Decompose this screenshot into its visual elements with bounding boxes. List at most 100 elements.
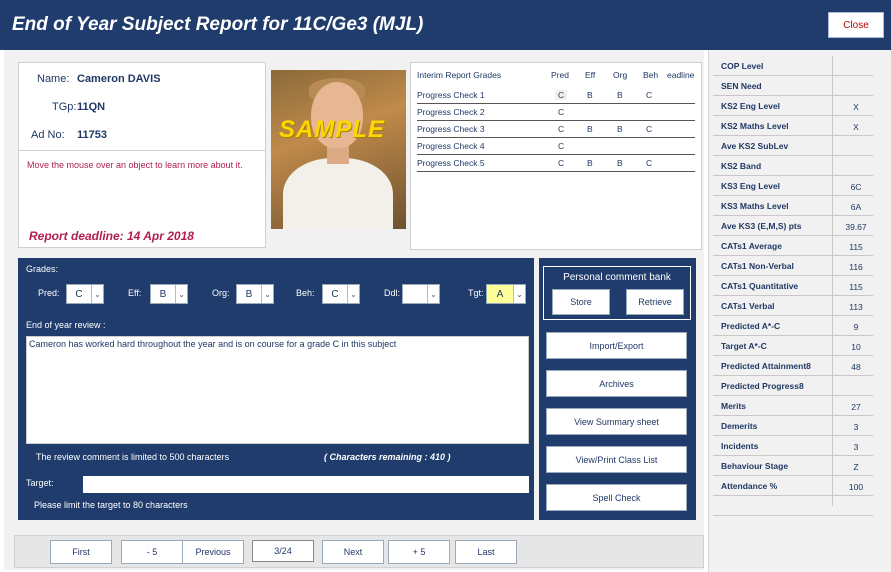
row-pred: C [555, 90, 568, 100]
sidebar-row-label: CATs1 Average [721, 241, 782, 251]
sidebar-row-value: X [853, 102, 859, 112]
sidebar-row: Attendance % 100 [713, 476, 873, 496]
row-pred: C [558, 124, 565, 134]
table-row: Progress Check 3 C B B C [417, 121, 695, 138]
spell-check-button[interactable]: Spell Check [546, 484, 687, 511]
student-photo: SAMPLE [271, 70, 406, 229]
student-adno: 11753 [77, 129, 107, 141]
sidebar-row-label: Ave KS2 SubLev [721, 141, 789, 151]
sidebar-row: Demerits 3 [713, 416, 873, 436]
row-name: Progress Check 3 [417, 124, 485, 134]
beh-select[interactable]: C ⌄ [322, 284, 360, 304]
record-position-input[interactable]: 3/24 [252, 540, 314, 562]
ddl-select[interactable]: ⌄ [402, 284, 440, 304]
target-input[interactable] [83, 476, 529, 493]
sidebar-row-label: KS2 Eng Level [721, 101, 781, 111]
sidebar-row-value: 39.67 [845, 222, 867, 232]
chevron-down-icon: ⌄ [175, 285, 187, 303]
hint-panel: Move the mouse over an object to learn m… [18, 150, 266, 248]
row-name: Progress Check 4 [417, 141, 485, 151]
report-deadline: Report deadline: 14 Apr 2018 [29, 229, 194, 243]
sidebar-row-value: Z [853, 462, 859, 472]
sidebar-row: Merits 27 [713, 396, 873, 416]
sidebar-row: COP Level [713, 56, 873, 76]
org-label: Org: [212, 288, 230, 298]
row-beh: C [646, 124, 653, 134]
sidebar-row-value: 115 [849, 282, 863, 292]
view-print-class-list-button[interactable]: View/Print Class List [546, 446, 687, 473]
sidebar-row-label: Predicted A*-C [721, 321, 781, 331]
chevron-down-icon: ⌄ [261, 285, 273, 303]
sidebar-row-label: KS3 Maths Level [721, 201, 789, 211]
sidebar-row-label: KS2 Maths Level [721, 121, 789, 131]
sidebar-row-value: 10 [851, 342, 861, 352]
sidebar-row [713, 496, 873, 516]
store-button[interactable]: Store [552, 289, 610, 315]
grades-heading: Grades: [26, 264, 59, 274]
org-select[interactable]: B ⌄ [236, 284, 274, 304]
target-label: Target: [26, 478, 54, 488]
sidebar-row: Predicted A*-C 9 [713, 316, 873, 336]
sidebar-row-value: 3 [853, 442, 859, 452]
sidebar-row-value: 115 [849, 242, 863, 252]
sidebar-row: KS2 Band [713, 156, 873, 176]
table-row: Progress Check 1 C B B C [417, 87, 695, 104]
row-eff: B [587, 158, 593, 168]
row-beh: C [646, 158, 653, 168]
grades-panel: Grades: Pred: C ⌄ Eff: B ⌄ Org: B ⌄ Beh: C ⌄… [18, 258, 534, 520]
row-beh: C [646, 90, 653, 100]
forward-5-button[interactable]: + 5 [388, 540, 450, 564]
sidebar-row: KS2 Eng Level X [713, 96, 873, 116]
last-button[interactable]: Last [455, 540, 517, 564]
pred-label: Pred: [38, 288, 60, 298]
first-button[interactable]: First [50, 540, 112, 564]
sidebar-row: Ave KS2 SubLev [713, 136, 873, 156]
sidebar-row: SEN Need [713, 76, 873, 96]
sidebar-row-label: Incidents [721, 441, 759, 451]
row-pred: C [558, 158, 565, 168]
view-summary-sheet-button[interactable]: View Summary sheet [546, 408, 687, 435]
import-export-button[interactable]: Import/Export [546, 332, 687, 359]
review-limit-note: The review comment is limited to 500 cha… [36, 452, 230, 462]
row-pred: C [558, 107, 565, 117]
archives-button[interactable]: Archives [546, 370, 687, 397]
sidebar-row-label: Ave KS3 (E,M,S) pts [721, 221, 802, 231]
student-tgp: 11QN [77, 101, 106, 113]
chevron-down-icon: ⌄ [427, 285, 439, 303]
sidebar-row-value: 100 [848, 482, 864, 492]
interim-header-eff: Eff [585, 70, 596, 80]
tgt-select[interactable]: A ⌄ [486, 284, 526, 304]
previous-button[interactable]: Previous [182, 540, 244, 564]
chevron-down-icon: ⌄ [347, 285, 359, 303]
sample-watermark: SAMPLE [279, 116, 386, 143]
row-eff: B [587, 90, 593, 100]
sidebar-row: KS3 Eng Level 6C [713, 176, 873, 196]
comment-bank: Personal comment bank Store Retrieve [543, 266, 691, 320]
interim-header-row: Interim Report Grades Pred Eff Org Beh e… [417, 67, 695, 84]
eff-select[interactable]: B ⌄ [150, 284, 188, 304]
sidebar-row: Target A*-C 10 [713, 336, 873, 356]
sidebar-row-value: 3 [853, 422, 859, 432]
close-button[interactable]: Close [828, 12, 884, 38]
tgt-label: Tgt: [468, 288, 484, 298]
sidebar-row-value: 9 [853, 322, 859, 332]
review-textarea[interactable]: Cameron has worked hard throughout the y… [26, 336, 529, 444]
eff-label: Eff: [128, 288, 142, 298]
characters-remaining: ( Characters remaining : 410 ) [324, 452, 451, 462]
chevron-down-icon: ⌄ [91, 285, 103, 303]
tgp-label: TGp: [52, 101, 77, 113]
sidebar-row: Behaviour Stage Z [713, 456, 873, 476]
sidebar-row: Predicted Attainment8 48 [713, 356, 873, 376]
back-5-button[interactable]: - 5 [121, 540, 183, 564]
row-org: B [617, 158, 623, 168]
sidebar-row-value: 6A [850, 202, 862, 212]
adno-label: Ad No: [31, 129, 65, 141]
sidebar-row-label: Target A*-C [721, 341, 767, 351]
interim-header-pred: Pred [551, 70, 569, 80]
retrieve-button[interactable]: Retrieve [626, 289, 684, 315]
table-row: Progress Check 4 C [417, 138, 695, 155]
pred-select[interactable]: C ⌄ [66, 284, 104, 304]
chevron-down-icon: ⌄ [513, 285, 525, 303]
next-button[interactable]: Next [322, 540, 384, 564]
sidebar-row: CATs1 Non-Verbal 116 [713, 256, 873, 276]
